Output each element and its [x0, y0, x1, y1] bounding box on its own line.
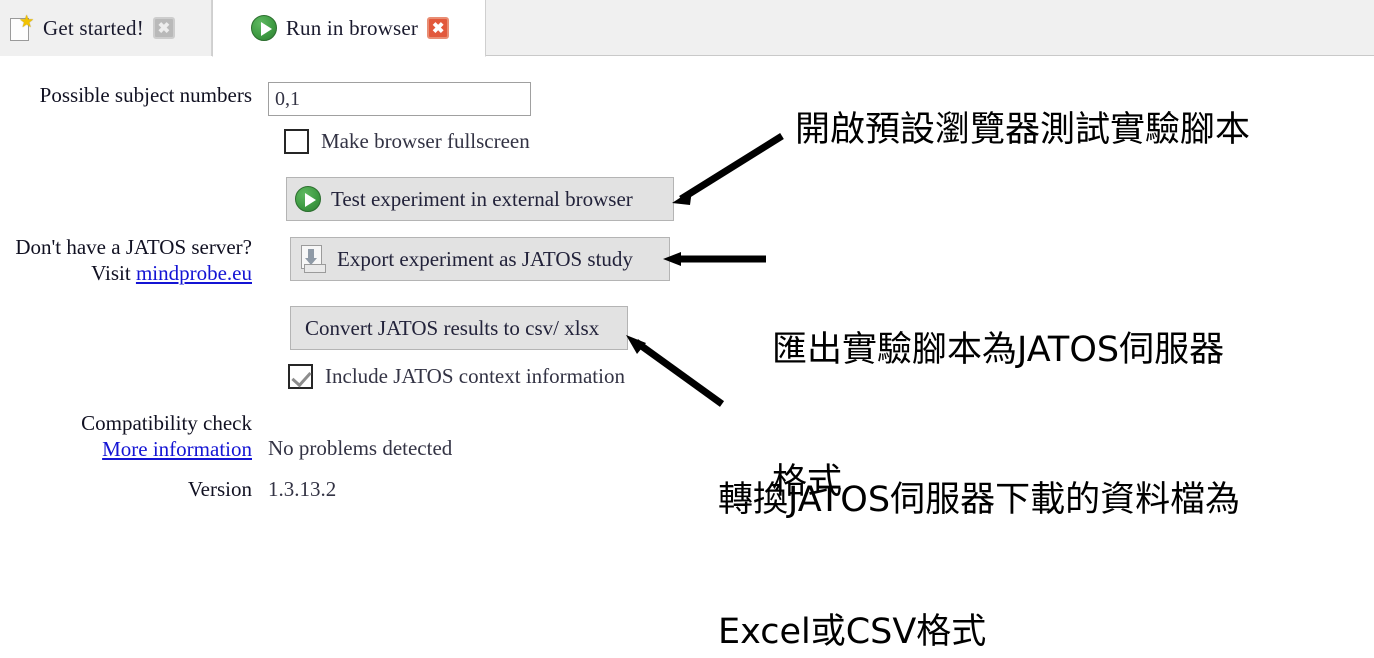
context-checkbox-label: Include JATOS context information — [325, 364, 625, 388]
server-hint-line1: Don't have a JATOS server? — [15, 235, 252, 259]
server-hint-line2: Visit mindprobe.eu — [0, 260, 268, 286]
test-experiment-button-label: Test experiment in external browser — [331, 186, 633, 211]
fullscreen-checkbox-label: Make browser fullscreen — [321, 129, 530, 153]
page-star-icon: ★ — [10, 13, 34, 41]
row-convert-results: Convert JATOS results to csv/ xlsx — [290, 306, 628, 350]
convert-results-button[interactable]: Convert JATOS results to csv/ xlsx — [290, 306, 628, 350]
server-hint-visit-text: Visit — [91, 261, 136, 285]
tab-bar: ★ Get started! ✖ Run in browser ✖ — [0, 0, 1374, 57]
annotation-convert-results-line1: 轉換JATOS伺服器下載的資料檔為 — [718, 480, 1241, 520]
tab-get-started-label: Get started! — [43, 15, 144, 40]
export-study-button-label: Export experiment as JATOS study — [337, 246, 633, 271]
context-checkbox-row[interactable]: Include JATOS context information — [288, 364, 625, 389]
annotation-test-browser: 開啟預設瀏覽器測試實驗腳本 — [795, 110, 1251, 150]
more-information-link[interactable]: More information — [102, 437, 252, 461]
arrow-export-jatos — [663, 252, 766, 266]
annotation-convert-results: 轉換JATOS伺服器下載的資料檔為 Excel或CSV格式 — [718, 390, 1240, 658]
convert-results-button-label: Convert JATOS results to csv/ xlsx — [305, 315, 600, 340]
play-icon — [295, 186, 321, 212]
fullscreen-checkbox-row[interactable]: Make browser fullscreen — [284, 129, 530, 154]
row-context-info: Include JATOS context information — [288, 364, 625, 389]
row-server-hint: Don't have a JATOS server? Visit mindpro… — [0, 234, 268, 286]
compatibility-label: Compatibility check — [81, 411, 252, 435]
subject-numbers-label: Possible subject numbers — [39, 83, 252, 107]
compatibility-status: No problems detected — [268, 436, 453, 460]
annotation-convert-results-line2: Excel或CSV格式 — [718, 612, 987, 652]
export-study-button[interactable]: Export experiment as JATOS study — [290, 237, 670, 281]
tab-run-in-browser-close-icon[interactable]: ✖ — [427, 17, 450, 39]
row-fullscreen: Make browser fullscreen — [284, 129, 530, 154]
row-test-experiment: Test experiment in external browser — [286, 177, 674, 221]
app-window: ★ Get started! ✖ Run in browser ✖ Possib… — [0, 0, 1374, 658]
compatibility-label-block: Compatibility check More information — [0, 410, 268, 462]
arrow-test-browser — [672, 133, 784, 205]
row-version: Version 1.3.13.2 — [0, 476, 336, 502]
subject-numbers-input[interactable] — [268, 82, 531, 116]
export-icon — [299, 245, 327, 273]
tab-get-started-close-icon[interactable]: ✖ — [152, 17, 175, 39]
mindprobe-link[interactable]: mindprobe.eu — [136, 261, 252, 285]
fullscreen-checkbox[interactable] — [284, 129, 309, 154]
tab-get-started[interactable]: ★ Get started! ✖ — [0, 0, 212, 56]
compatibility-more-info-block: More information — [0, 436, 252, 462]
tab-run-in-browser[interactable]: Run in browser ✖ — [212, 0, 486, 57]
arrow-convert-results — [626, 335, 725, 407]
context-checkbox[interactable] — [288, 364, 313, 389]
version-label: Version — [187, 477, 252, 501]
row-export-study: Export experiment as JATOS study — [290, 237, 670, 281]
test-experiment-button[interactable]: Test experiment in external browser — [286, 177, 674, 221]
annotation-export-jatos-line1: 匯出實驗腳本為JATOS伺服器 — [772, 330, 1225, 370]
row-compatibility: Compatibility check More information No … — [0, 410, 452, 462]
row-subject-numbers: Possible subject numbers — [0, 82, 531, 116]
play-icon — [250, 15, 277, 41]
version-value: 1.3.13.2 — [268, 477, 337, 501]
tab-run-in-browser-label: Run in browser — [285, 15, 419, 40]
